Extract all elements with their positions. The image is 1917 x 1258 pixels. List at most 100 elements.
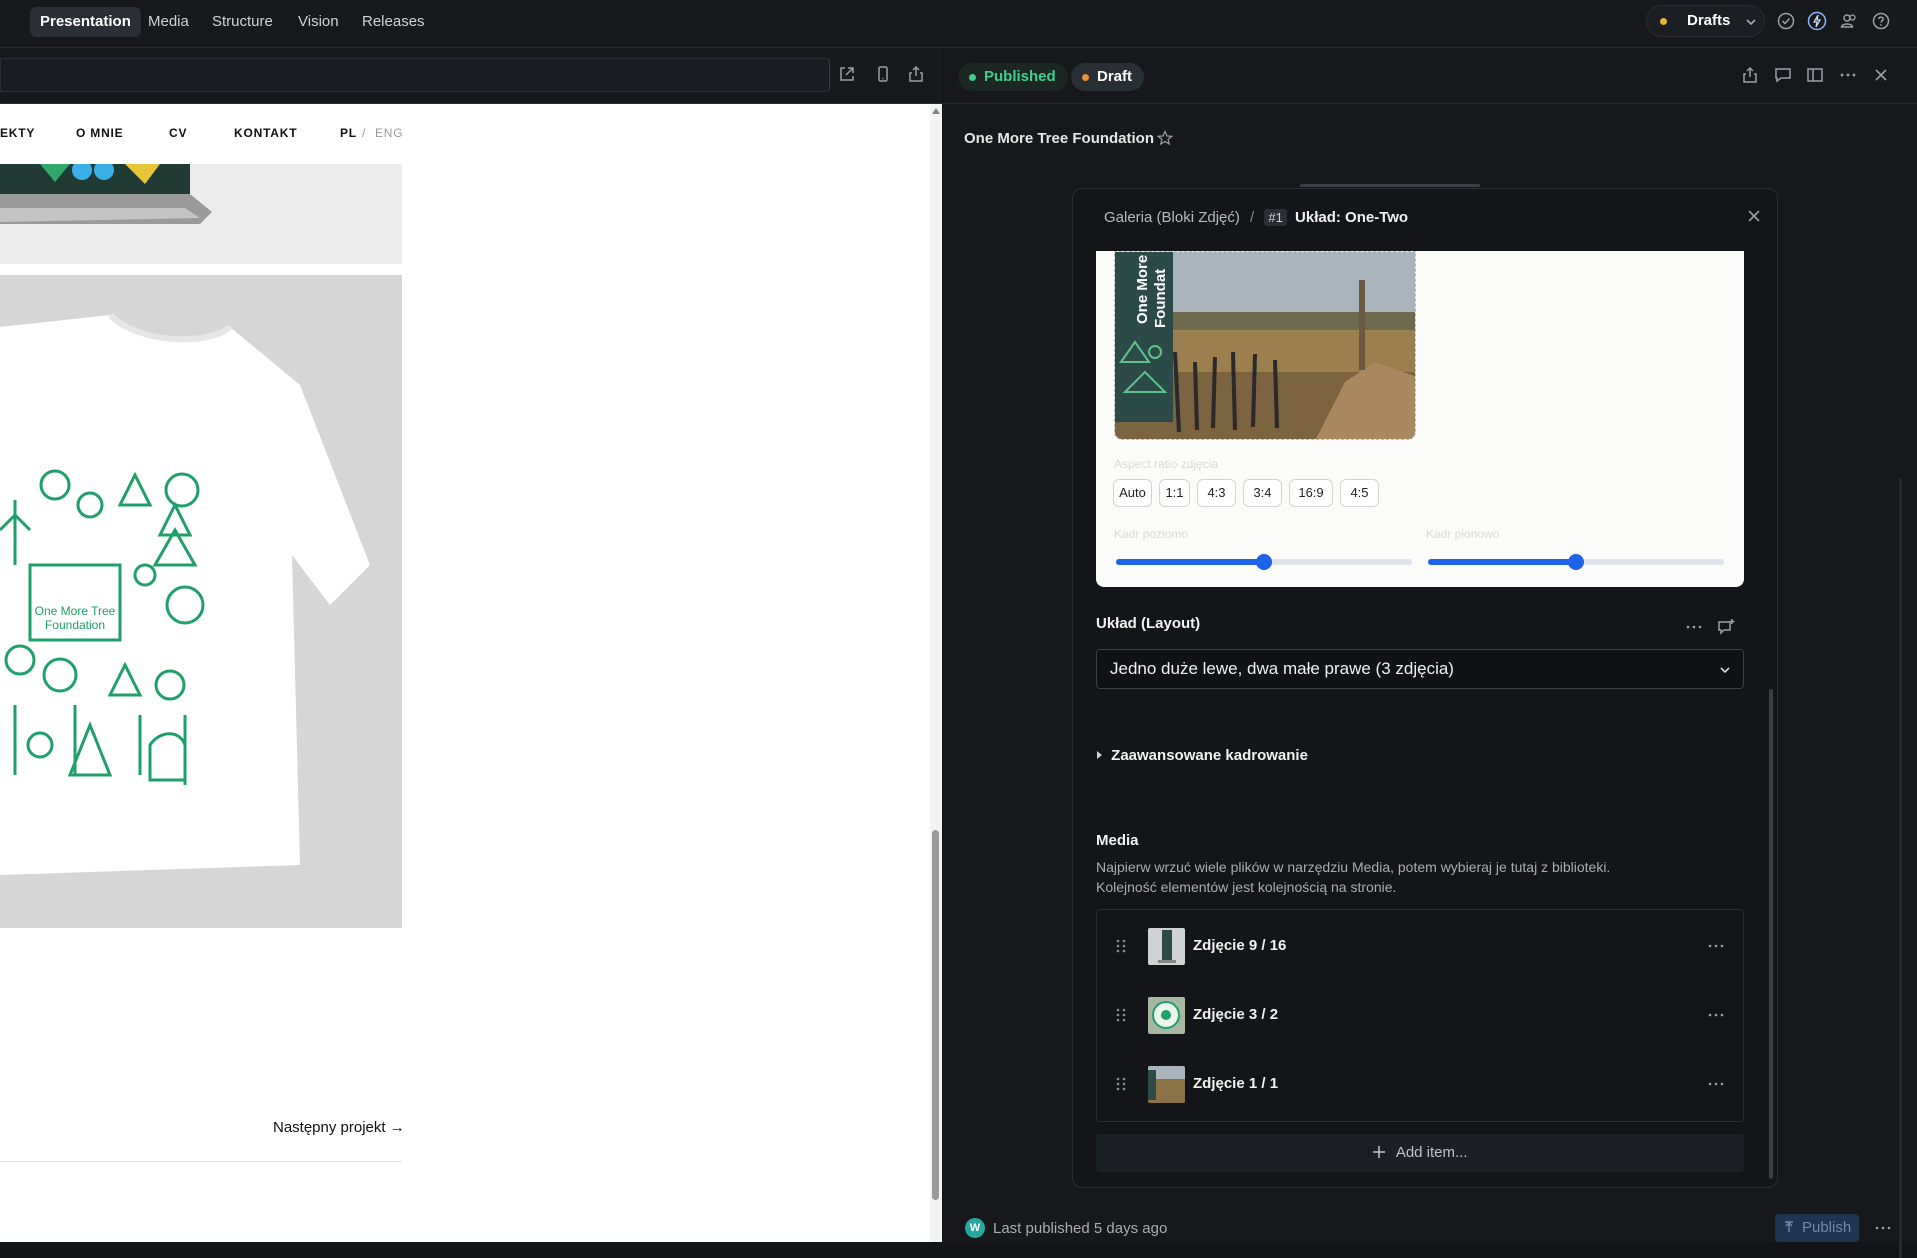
top-bar: Presentation Media Structure Vision Rele… [0,0,1917,48]
more-icon[interactable] [1684,617,1704,637]
tshirt-image: One More Tree Foundation [0,275,402,928]
document-title: One More Tree Foundation [964,130,1155,147]
tab-media[interactable]: Media [138,7,199,37]
breadcrumb: Galeria (Bloki Zdjęć) / #1 Układ: One-Tw… [1104,209,1408,226]
crop-horizontal-knob[interactable] [1256,554,1272,570]
star-icon[interactable] [1157,130,1173,146]
aspect-auto-button[interactable]: Auto [1113,479,1152,507]
breadcrumb-separator: / [1250,209,1255,226]
publish-button[interactable]: Publish [1775,1214,1859,1242]
lightning-icon[interactable] [1807,11,1827,31]
tshirt-illustration: One More Tree Foundation [0,312,370,875]
drafts-selector[interactable]: Drafts [1646,5,1765,37]
list-item[interactable]: Zdjęcie 1 / 1 [1097,1048,1743,1116]
seal-thumbnail-image [1152,1001,1180,1029]
drag-handle-icon[interactable] [1115,1007,1127,1023]
crop-vertical-slider[interactable] [1428,554,1724,570]
media-item-label: Zdjęcie 9 / 16 [1193,937,1287,954]
photo-banner-text-1: One More [1134,255,1151,324]
nav-link-about[interactable]: O MNIE [76,126,123,140]
split-view-icon[interactable] [1805,65,1825,85]
breadcrumb-index: #1 [1264,209,1287,226]
aspect-4-5-button[interactable]: 4:5 [1340,479,1379,507]
media-list: Zdjęcie 9 / 16 Zdjęcie 3 / 2 Zdjęcie 1 /… [1096,909,1744,1122]
drafts-status-dot [1660,18,1667,25]
mobile-icon[interactable] [873,64,893,84]
crop-horizontal-fill [1116,559,1264,565]
modal-scrollbar[interactable] [1769,689,1773,1179]
lang-eng[interactable]: ENG [375,126,403,140]
drag-handle-icon[interactable] [1115,1076,1127,1092]
nav-link-contact[interactable]: KONTAKT [234,126,297,140]
list-item[interactable]: Zdjęcie 9 / 16 [1097,910,1743,978]
preview-url-field[interactable] [0,58,830,92]
upload-icon [1784,1221,1793,1232]
advanced-crop-label: Zaawansowane kadrowanie [1111,747,1308,764]
add-item-button[interactable]: Add item... [1096,1134,1744,1172]
breadcrumb-parent[interactable]: Galeria (Bloki Zdjęć) [1104,209,1240,226]
crop-vertical-knob[interactable] [1568,554,1584,570]
tab-releases[interactable]: Releases [352,7,435,37]
media-item-label: Zdjęcie 3 / 2 [1193,1006,1279,1023]
more-icon[interactable] [1706,936,1726,956]
status-published-label: Published [984,68,1056,85]
share-icon[interactable] [906,64,926,84]
drafts-label: Drafts [1687,12,1731,29]
media-thumbnail [1148,928,1185,965]
more-icon[interactable] [1706,1005,1726,1025]
aspect-4-3-button[interactable]: 4:3 [1197,479,1236,507]
crop-vertical-fill [1428,559,1576,565]
preview-scroll-thumb[interactable] [932,830,939,1200]
tab-presentation[interactable]: Presentation [30,7,141,37]
add-item-label: Add item... [1395,1144,1468,1161]
avatar: W [965,1218,985,1238]
help-icon[interactable] [1871,11,1891,31]
layout-select-value: Jedno duże lewe, dwa małe prawe (3 zdjęc… [1110,659,1454,678]
tab-structure[interactable]: Structure [202,7,283,37]
next-project-link[interactable]: Następny projekt → [273,1119,405,1136]
media-thumbnail [1148,1066,1185,1103]
photo-banner-text-2: Foundat [1152,269,1169,328]
layout-select[interactable]: Jedno duże lewe, dwa małe prawe (3 zdjęc… [1096,649,1744,689]
drag-handle-icon[interactable] [1115,938,1127,954]
panel-scrollbar[interactable] [1899,478,1902,1258]
drag-handle-bar[interactable] [1300,184,1480,187]
aspect-ratio-label: Aspect ratio zdjęcia [1114,457,1219,471]
status-draft-label: Draft [1097,68,1133,85]
users-icon[interactable] [1839,11,1859,31]
chevron-down-icon [1746,19,1756,26]
nav-link-projects[interactable]: EKTY [0,126,35,140]
check-circle-icon[interactable] [1776,11,1796,31]
aspect-16-9-button[interactable]: 16:9 [1289,479,1333,507]
tab-vision[interactable]: Vision [288,7,349,37]
scroll-up-arrow-icon[interactable] [932,108,940,114]
close-icon[interactable] [1871,65,1891,85]
aspect-3-4-button[interactable]: 3:4 [1243,479,1282,507]
status-draft-badge[interactable]: Draft [1071,63,1145,91]
status-published-badge[interactable]: Published [958,63,1068,91]
publish-label: Publish [1801,1219,1852,1236]
item-editor-modal: Galeria (Bloki Zdjęć) / #1 Układ: One-Tw… [1072,188,1778,1188]
comment-icon[interactable] [1773,65,1793,85]
photo-preview[interactable]: One More Foundat [1114,251,1416,440]
preview-toolbar [0,48,942,104]
close-icon[interactable] [1746,208,1762,224]
comment-add-icon[interactable] [1716,617,1736,637]
more-icon[interactable] [1706,1074,1726,1094]
aspect-1-1-button[interactable]: 1:1 [1159,479,1190,507]
nav-link-cv[interactable]: CV [169,126,187,140]
slider-horizontal-label: Kadr poziomo [1114,527,1189,541]
list-item[interactable]: Zdjęcie 3 / 2 [1097,979,1743,1047]
tshirt-logo-line2: Foundation [45,618,105,632]
lang-pl[interactable]: PL [340,126,357,140]
crop-horizontal-slider[interactable] [1116,554,1412,570]
share-icon[interactable] [1740,65,1760,85]
banner-image [0,160,402,264]
banner-thumbnail-image [1158,930,1176,963]
plus-icon [1373,1146,1386,1158]
advanced-crop-toggle[interactable]: Zaawansowane kadrowanie [1096,747,1308,764]
layout-label: Układ (Layout) [1096,615,1201,632]
external-link-icon[interactable] [837,64,857,84]
more-icon[interactable] [1838,65,1858,85]
more-icon[interactable] [1873,1218,1893,1238]
